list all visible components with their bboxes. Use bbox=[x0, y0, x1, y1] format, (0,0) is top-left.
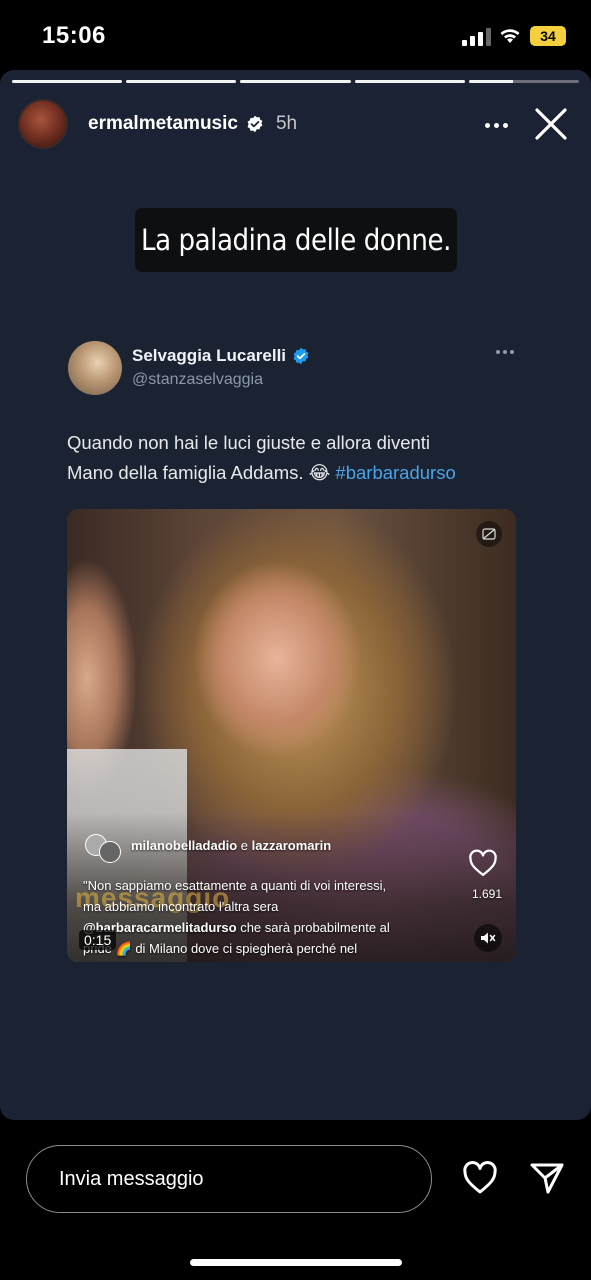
video-caption-line: pride 🌈 di Milano dove ci spiegherà perc… bbox=[83, 941, 358, 956]
video-caption-line: "Non sappiamo esattamente a quanti di vo… bbox=[83, 878, 387, 893]
video-caption: "Non sappiamo esattamente a quanti di vo… bbox=[83, 875, 453, 959]
video-caption-line: ma abbiamo incontrato l'altra sera bbox=[83, 899, 279, 914]
video-caption-line: @barbaracarmelitadurso che sarà probabil… bbox=[83, 917, 453, 938]
paper-plane-icon[interactable] bbox=[528, 1160, 566, 1196]
tweet-text: Quando non hai le luci giuste e allora d… bbox=[67, 428, 527, 488]
story-progress-segment bbox=[354, 80, 465, 83]
video-like-count: 1.691 bbox=[471, 887, 502, 901]
story-username[interactable]: ermalmetamusic bbox=[88, 113, 238, 135]
avatar bbox=[99, 841, 121, 863]
tweet-author-name-text: Selvaggia Lucarelli bbox=[132, 346, 287, 365]
story-progress-segment bbox=[12, 80, 123, 83]
tweet-hashtag[interactable]: #barbaradurso bbox=[335, 462, 455, 483]
send-message-input[interactable]: Invia messaggio bbox=[26, 1145, 432, 1213]
more-dot bbox=[502, 122, 508, 128]
heart-icon[interactable] bbox=[461, 1160, 499, 1196]
tweet-video[interactable]: messaggio milanobelladadio e lazzaromari… bbox=[67, 509, 516, 962]
tweet-text-line-content: Mano della famiglia Addams. 😂 bbox=[67, 462, 336, 483]
more-dot bbox=[493, 122, 499, 128]
tagged-and: e bbox=[237, 837, 252, 853]
tagged-user: milanobelladadio bbox=[131, 837, 238, 853]
more-dot bbox=[496, 350, 500, 354]
story-header: ermalmetamusic 5h bbox=[18, 98, 573, 150]
more-dot bbox=[503, 350, 507, 354]
heart-icon bbox=[469, 849, 497, 876]
story-caption: La paladina delle donne. bbox=[134, 208, 458, 272]
speaker-muted-icon[interactable] bbox=[474, 924, 502, 952]
more-dot bbox=[484, 122, 490, 128]
tweet-author-handle: @stanzaselvaggia bbox=[132, 371, 263, 388]
story-progress-segment bbox=[240, 80, 351, 83]
video-tagged-users: milanobelladadio e lazzaromarin bbox=[85, 827, 331, 863]
wifi-icon bbox=[500, 29, 520, 43]
close-icon[interactable] bbox=[531, 104, 571, 144]
tweet-card[interactable]: Selvaggia Lucarelli @stanzaselvaggia Qua… bbox=[50, 328, 540, 968]
tweet-author-avatar bbox=[68, 341, 122, 395]
verified-badge-icon bbox=[293, 347, 309, 365]
video-duration: 0:15 bbox=[79, 930, 117, 950]
tweet-text-line: Mano della famiglia Addams. 😂 #barbaradu… bbox=[67, 458, 527, 488]
video-caption-line-rest: che sarà probabilmente al bbox=[236, 920, 390, 935]
cellular-signal-icon bbox=[462, 28, 491, 46]
avatar[interactable] bbox=[18, 99, 68, 149]
tagged-user: lazzaromarin bbox=[251, 837, 332, 853]
more-options-button[interactable] bbox=[481, 110, 511, 140]
status-time: 15:06 bbox=[42, 22, 106, 49]
story-progress-bar bbox=[12, 80, 580, 83]
verified-badge-icon bbox=[247, 115, 263, 133]
status-bar: 15:06 34 bbox=[0, 0, 591, 70]
tweet-text-line: Quando non hai le luci giuste e allora d… bbox=[67, 432, 431, 453]
tagged-users-text: milanobelladadio e lazzaromarin bbox=[131, 838, 331, 853]
battery-indicator: 34 bbox=[530, 26, 566, 46]
home-indicator[interactable] bbox=[190, 1259, 402, 1266]
tweet-author-name: Selvaggia Lucarelli bbox=[132, 346, 310, 366]
captions-off-icon[interactable] bbox=[476, 521, 502, 547]
story-progress-segment bbox=[126, 80, 237, 83]
story-progress-segment bbox=[468, 80, 580, 83]
tweet-more-options-icon[interactable] bbox=[496, 346, 516, 358]
story-time-ago: 5h bbox=[275, 113, 298, 134]
more-dot bbox=[510, 350, 514, 354]
story-viewer[interactable]: ermalmetamusic 5h La paladina delle donn… bbox=[0, 70, 591, 1120]
